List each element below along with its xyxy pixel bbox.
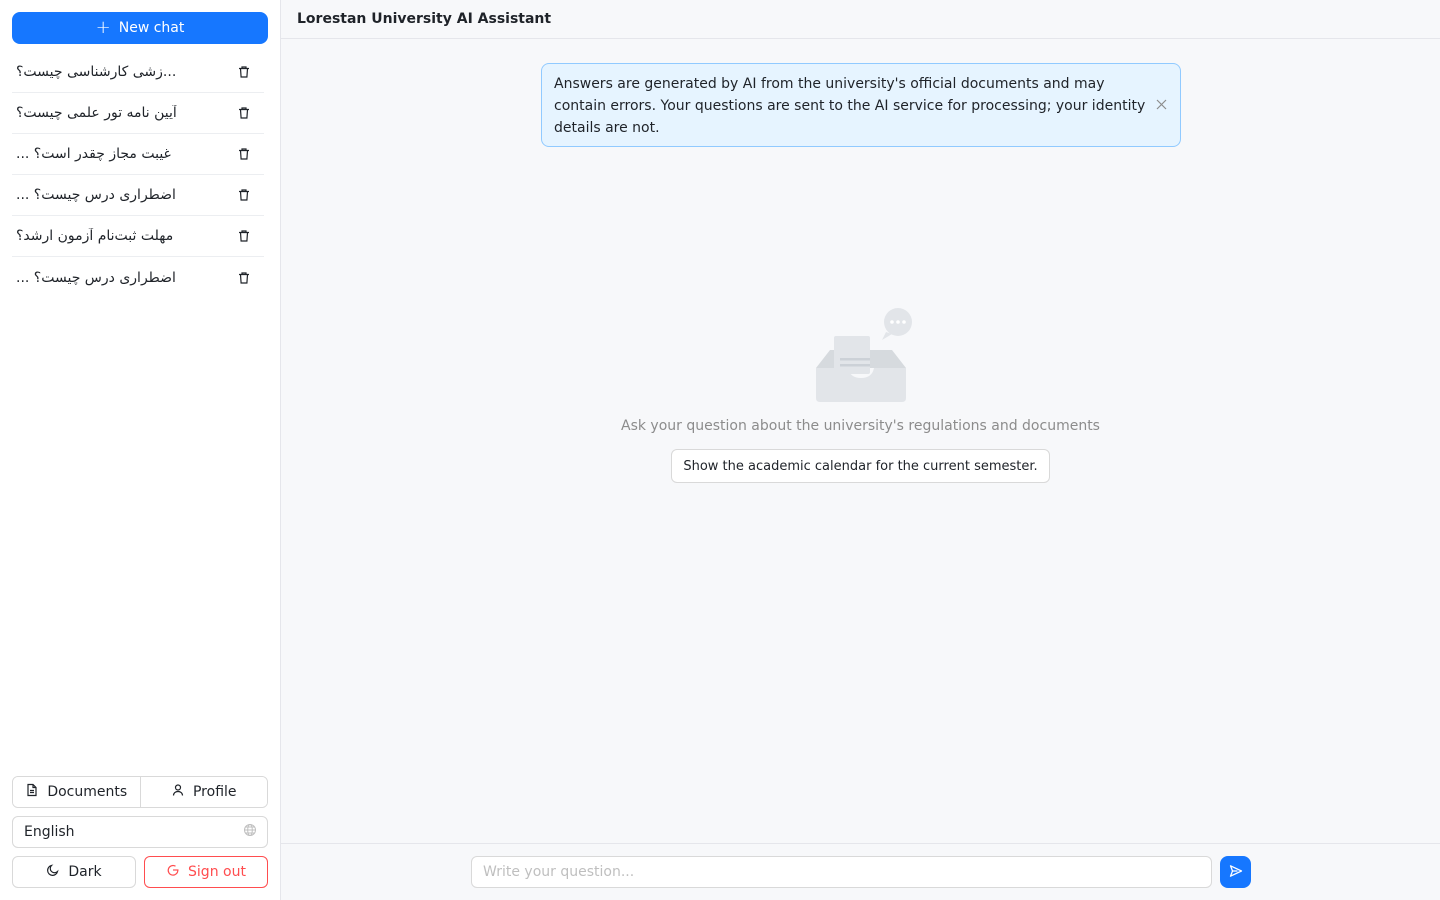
- chat-history-list: ...زشی کارشناسی چیست؟ آیین نامه تور علمی…: [12, 52, 264, 298]
- language-value: English: [24, 824, 75, 840]
- history-item-title: اضطراری درس چیست؟ ...: [16, 269, 176, 286]
- profile-button[interactable]: Profile: [139, 777, 267, 807]
- sign-out-button[interactable]: Sign out: [144, 856, 268, 888]
- trash-icon[interactable]: [236, 105, 252, 121]
- empty-inbox-chat-icon: [815, 308, 912, 402]
- new-chat-button[interactable]: + New chat: [12, 12, 268, 44]
- history-item-title: ...زشی کارشناسی چیست؟: [16, 64, 177, 80]
- history-item[interactable]: آیین نامه تور علمی چیست؟: [12, 93, 264, 134]
- theme-label: Dark: [68, 864, 102, 880]
- trash-icon[interactable]: [236, 64, 252, 80]
- history-item-title: آیین نامه تور علمی چیست؟: [16, 105, 177, 121]
- moon-icon: [46, 863, 60, 881]
- suggested-question-button[interactable]: Show the academic calendar for the curre…: [671, 449, 1050, 483]
- send-button[interactable]: [1220, 856, 1251, 888]
- history-item[interactable]: اضطراری درس چیست؟ ...: [12, 257, 264, 298]
- main-panel: Lorestan University AI Assistant Answers…: [281, 0, 1440, 900]
- sidebar-footer: Documents Profile English Dark Sign out: [12, 776, 268, 888]
- empty-state-text: Ask your question about the university's…: [621, 418, 1100, 434]
- trash-icon[interactable]: [236, 228, 252, 244]
- history-item[interactable]: ...زشی کارشناسی چیست؟: [12, 52, 264, 93]
- file-icon: [25, 783, 39, 801]
- history-item[interactable]: مهلت ثبت‌نام آزمون ارشد؟: [12, 216, 264, 257]
- documents-label: Documents: [47, 784, 128, 800]
- close-icon[interactable]: [1154, 97, 1168, 111]
- history-item-title: غیبت مجاز چقدر است؟ ...: [16, 146, 171, 162]
- user-icon: [171, 783, 185, 801]
- question-input[interactable]: [471, 856, 1212, 888]
- history-item[interactable]: غیبت مجاز چقدر است؟ ...: [12, 134, 264, 175]
- new-chat-label: New chat: [118, 20, 185, 36]
- history-item-title: اضطراری درس چیست؟ ...: [16, 187, 176, 203]
- trash-icon[interactable]: [236, 146, 252, 162]
- nav-segment: Documents Profile: [12, 776, 268, 808]
- ai-disclaimer-alert: Answers are generated by AI from the uni…: [541, 63, 1181, 147]
- sign-out-label: Sign out: [188, 864, 246, 880]
- trash-icon[interactable]: [236, 270, 252, 286]
- composer: [281, 843, 1440, 900]
- trash-icon[interactable]: [236, 187, 252, 203]
- empty-state: Ask your question about the university's…: [281, 306, 1440, 483]
- sidebar: + New chat ...زشی کارشناسی چیست؟ آیین نا…: [0, 0, 281, 900]
- header: Lorestan University AI Assistant: [281, 0, 1440, 39]
- sidebar-actions: Dark Sign out: [12, 856, 268, 888]
- globe-icon: [243, 823, 257, 841]
- history-item[interactable]: اضطراری درس چیست؟ ...: [12, 175, 264, 216]
- disclaimer-text: Answers are generated by AI from the uni…: [554, 76, 1146, 136]
- documents-button[interactable]: Documents: [13, 777, 140, 807]
- language-select[interactable]: English: [12, 816, 268, 848]
- history-item-title: مهلت ثبت‌نام آزمون ارشد؟: [16, 228, 174, 244]
- logout-icon: [166, 863, 180, 881]
- page-title: Lorestan University AI Assistant: [297, 11, 552, 27]
- profile-label: Profile: [192, 784, 237, 800]
- send-icon: [1229, 864, 1243, 881]
- theme-toggle-button[interactable]: Dark: [12, 856, 136, 888]
- plus-icon: +: [95, 17, 111, 38]
